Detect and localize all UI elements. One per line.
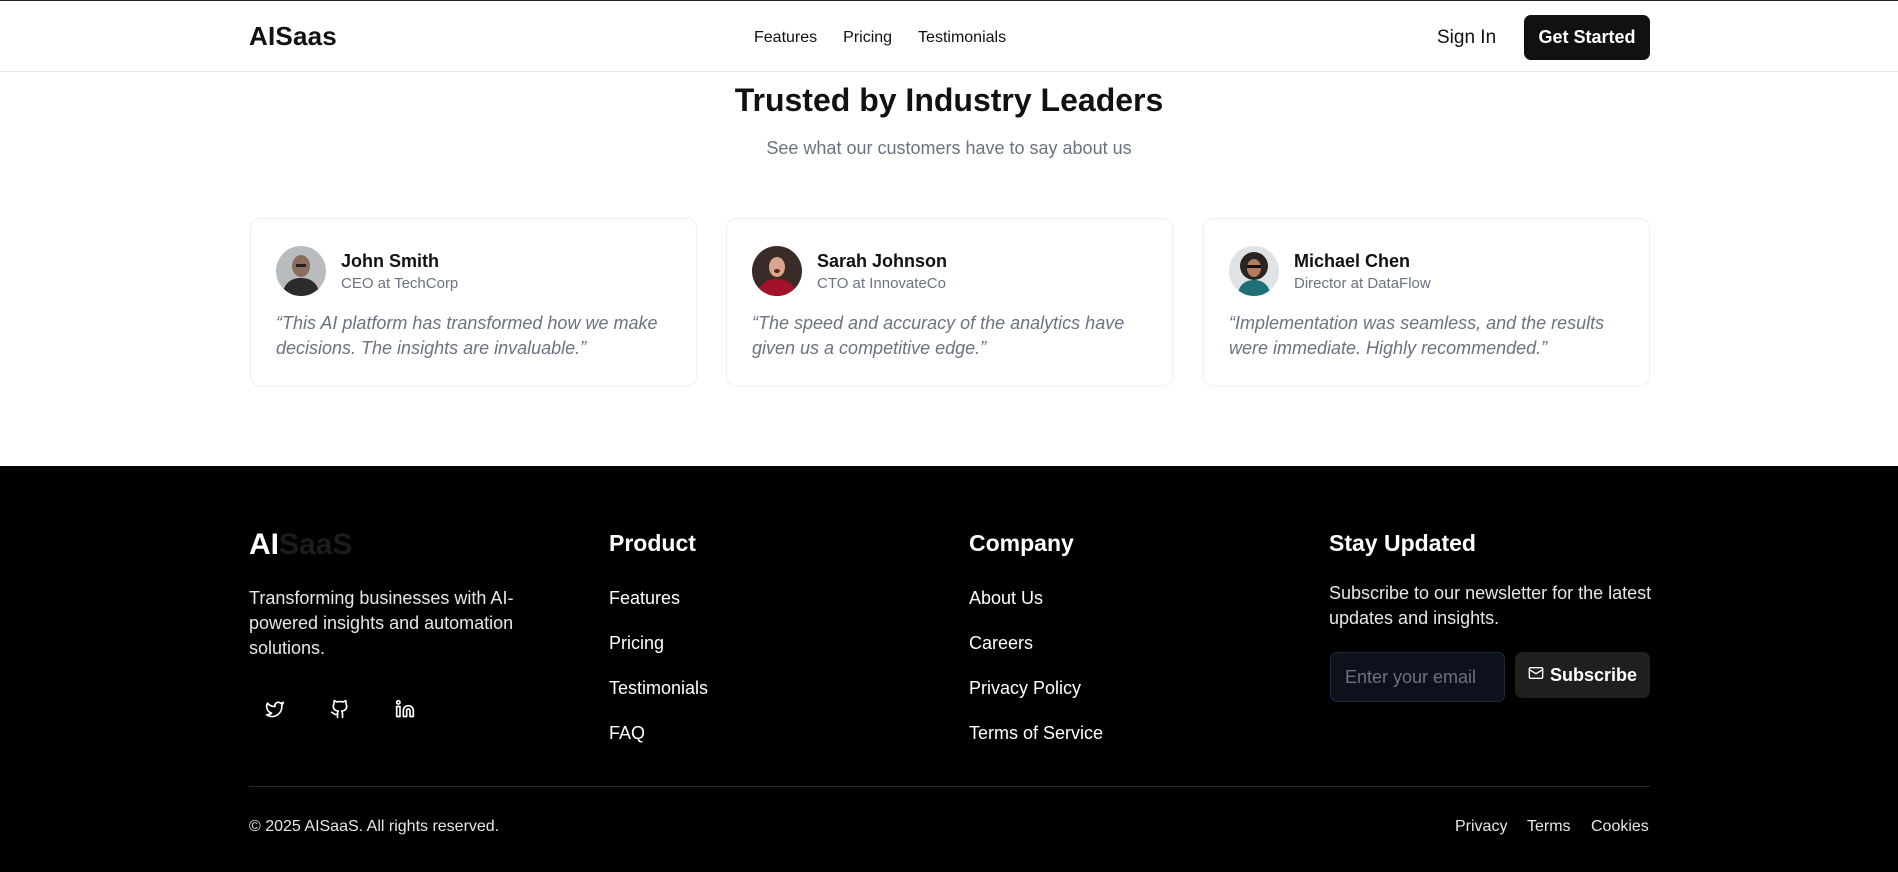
newsletter-description: Subscribe to our newsletter for the late… (1329, 583, 1652, 628)
footer-link-pricing[interactable]: Pricing (609, 633, 664, 654)
subscribe-button[interactable]: Subscribe (1515, 652, 1650, 698)
section-subtitle: See what our customers have to say about… (766, 138, 1132, 158)
testimonial-quote: “This AI platform has transformed how we… (276, 313, 658, 358)
legal-link-terms[interactable]: Terms (1527, 818, 1571, 836)
testimonial-role: CTO at InnovateCo (817, 275, 946, 292)
testimonial-name: John Smith (341, 251, 439, 271)
email-input[interactable] (1330, 652, 1505, 702)
testimonial-card: John Smith CEO at TechCorp “This AI plat… (250, 218, 697, 386)
testimonial-quote: “The speed and accuracy of the analytics… (752, 313, 1125, 358)
footer-link-privacy-policy[interactable]: Privacy Policy (969, 678, 1081, 699)
footer-link-faq[interactable]: FAQ (609, 723, 645, 744)
linkedin-icon[interactable] (390, 694, 420, 724)
testimonial-name: Sarah Johnson (817, 251, 948, 271)
testimonial-card: Sarah Johnson CTO at InnovateCo “The spe… (726, 218, 1173, 386)
sign-in-button[interactable]: Sign In (1437, 27, 1496, 49)
main-nav: Features Pricing Testimonials (754, 29, 1006, 47)
footer-link-about[interactable]: About Us (969, 588, 1043, 609)
testimonial-card: Michael Chen Director at DataFlow “Imple… (1203, 218, 1650, 386)
testimonial-name: Michael Chen (1294, 251, 1411, 271)
nav-testimonials[interactable]: Testimonials (918, 29, 1006, 47)
nav-pricing[interactable]: Pricing (843, 29, 892, 47)
footer-link-careers[interactable]: Careers (969, 633, 1033, 654)
mail-icon (1528, 665, 1544, 686)
nav-features[interactable]: Features (754, 29, 817, 47)
footer-logo[interactable]: AISaaS (249, 528, 352, 562)
footer-company-title: Company (969, 530, 1074, 556)
twitter-icon[interactable] (260, 694, 290, 724)
footer-product-title: Product (609, 530, 696, 556)
site-header: AISaas Features Pricing Testimonials Sig… (0, 0, 1898, 72)
testimonial-role: Director at DataFlow (1294, 275, 1431, 292)
footer-link-testimonials[interactable]: Testimonials (609, 678, 708, 699)
copyright: © 2025 AISaaS. All rights reserved. (249, 818, 500, 835)
get-started-button[interactable]: Get Started (1524, 15, 1650, 60)
avatar (752, 246, 802, 296)
footer-link-terms-of-service[interactable]: Terms of Service (969, 723, 1103, 744)
footer-logo-ai: AI (249, 528, 279, 561)
footer-logo-saas: SaaS (279, 528, 353, 561)
subscribe-label: Subscribe (1549, 664, 1638, 685)
footer-newsletter-title: Stay Updated (1329, 530, 1476, 556)
footer-divider (249, 786, 1650, 787)
footer-description: Transforming businesses with AI-powered … (249, 588, 514, 658)
avatar (276, 246, 326, 296)
legal-link-cookies[interactable]: Cookies (1591, 818, 1649, 836)
legal-link-privacy[interactable]: Privacy (1455, 818, 1507, 836)
avatar (1229, 246, 1279, 296)
site-footer: AISaaS Transforming businesses with AI-p… (0, 466, 1898, 872)
github-icon[interactable] (325, 694, 355, 724)
footer-link-features[interactable]: Features (609, 588, 680, 609)
testimonial-role: CEO at TechCorp (341, 275, 459, 292)
logo[interactable]: AISaas (249, 21, 337, 52)
section-title: Trusted by Industry Leaders (734, 82, 1164, 118)
testimonial-quote: “Implementation was seamless, and the re… (1229, 313, 1605, 358)
